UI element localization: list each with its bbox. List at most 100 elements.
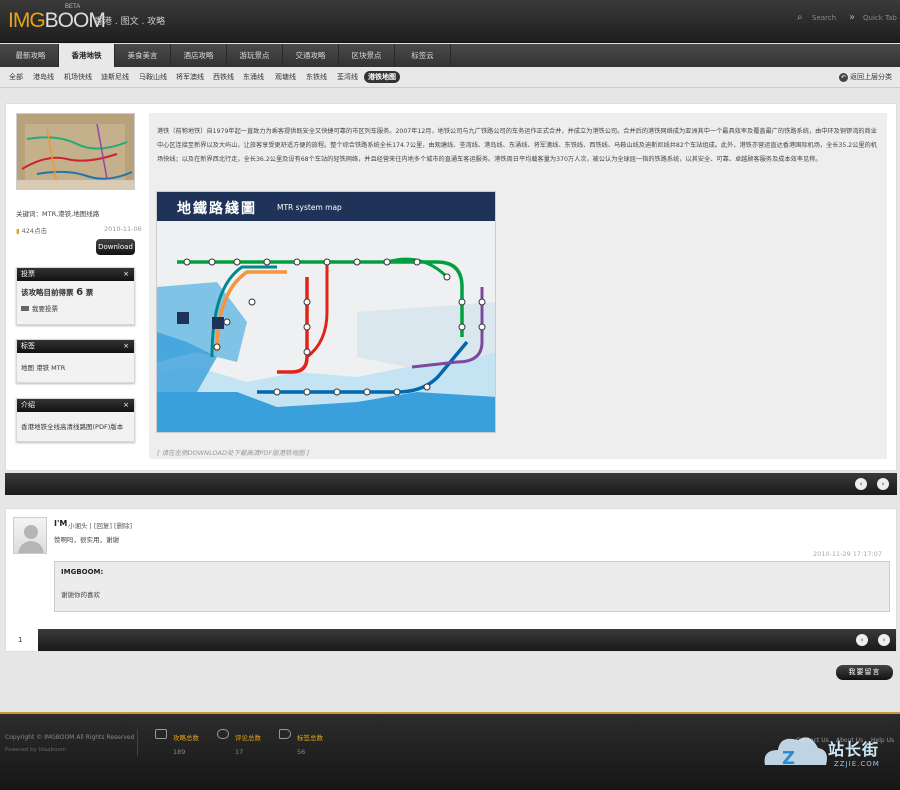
- avatar: [13, 517, 47, 554]
- copyright-text: Copyright © IMGBOOM All Rights Reserved: [5, 734, 135, 741]
- subnav-item-disney-line[interactable]: 迪斯尼线: [101, 72, 129, 82]
- reply-text: 谢谢你的喜欢: [61, 591, 100, 599]
- nav-item-hotel[interactable]: 酒店攻略: [171, 44, 227, 67]
- article-pager-bar: ‹ ›: [5, 473, 897, 495]
- vote-link-label: 我要投票: [32, 305, 58, 313]
- vote-icon: [21, 306, 29, 311]
- map-title-bar: 地鐵路綫圖 MTR system map: [157, 192, 495, 221]
- footer-divider: [137, 730, 138, 756]
- comment-pager-bar: ‹ ›: [38, 629, 896, 651]
- vote-count: 6: [76, 287, 84, 298]
- vote-status: 该攻略目前得票 6 票: [21, 287, 130, 298]
- search-link[interactable]: Search: [812, 14, 836, 22]
- next-page-icon[interactable]: ›: [877, 478, 889, 490]
- close-icon[interactable]: ×: [123, 399, 129, 412]
- stat-comments-value: 17: [235, 748, 244, 756]
- comments-section: I'M 小湘头 | [回复] [删除] 赞啊吗，很实用，谢谢 2010-11-2…: [5, 508, 897, 652]
- map-title-english: MTR system map: [277, 203, 342, 212]
- subnav-item-west-rail[interactable]: 西铁线: [213, 72, 234, 82]
- watermark-en: ZZJIE.COM: [834, 760, 880, 768]
- article-date: 2010-11-06: [104, 225, 142, 233]
- sub-nav: 全部 港岛线 机场快线 迪斯尼线 马鞍山线 将军澳线 西铁线 东涌线 观塘线 东…: [0, 67, 900, 88]
- subnav-item-tsuen-wan-line[interactable]: 荃湾线: [337, 72, 358, 82]
- comment-icon: [217, 729, 229, 739]
- vote-box: 投票 × 该攻略目前得票 6 票 我要投票: [16, 267, 135, 325]
- article-text: 港铁（前称地铁）自1979年起一直致力为乘客提供既安全又快捷可靠的市区列车服务。…: [157, 128, 877, 163]
- logo-img-text: IMG: [8, 9, 46, 32]
- tag-icon: [279, 729, 291, 739]
- vote-suffix: 票: [85, 288, 94, 297]
- nav-item-sights[interactable]: 游玩景点: [227, 44, 283, 67]
- watermark-cn: 站长街: [828, 740, 880, 759]
- prev-page-icon[interactable]: ‹: [856, 634, 868, 646]
- search-icon[interactable]: ⌕: [797, 13, 807, 23]
- nav-item-latest[interactable]: 最新攻略: [3, 44, 59, 67]
- subnav-item-tung-chung-line[interactable]: 东涌线: [243, 72, 264, 82]
- comment-meta[interactable]: 小湘头 | [回复] [删除]: [68, 520, 132, 530]
- comment-page-number[interactable]: 1: [6, 629, 38, 651]
- close-icon[interactable]: ×: [123, 268, 129, 281]
- download-button[interactable]: Download: [96, 239, 135, 255]
- comment-text: 赞啊吗，很实用，谢谢: [54, 536, 119, 544]
- tags-box-header: 标签 ×: [17, 340, 134, 353]
- stat-tags-label[interactable]: 标签总数: [297, 732, 323, 742]
- site-watermark: Z 站长街 ZZJIE.COM: [760, 720, 900, 786]
- subnav-item-mtr-map[interactable]: 港铁地图: [364, 71, 400, 83]
- nav-item-tag-cloud[interactable]: 标签云: [395, 44, 451, 67]
- article-body: 港铁（前称地铁）自1979年起一直致力为乘客提供既安全又快捷可靠的市区列车服务。…: [149, 113, 887, 459]
- main-nav: 最新攻略 香港地铁 美食美言 酒店攻略 游玩景点 交通攻略 区块景点 标签云: [0, 44, 900, 67]
- admin-reply: IMGBOOM: 谢谢你的喜欢: [54, 561, 890, 612]
- click-count-value: 424点击: [21, 227, 48, 235]
- nav-item-hk-metro[interactable]: 香港地铁: [59, 44, 115, 67]
- content-panel: 关键词：MTR,港铁,地图线路 ▮ 424点击 2010-11-06 Downl…: [5, 103, 897, 471]
- subnav-item-ma-on-shan-line[interactable]: 马鞍山线: [139, 72, 167, 82]
- tags-box: 标签 × 地图 港铁 MTR: [16, 339, 135, 383]
- vote-box-title: 投票: [21, 270, 35, 278]
- powered-by-text: Powered by Idaaboom: [5, 747, 67, 753]
- vote-box-header: 投票 ×: [17, 268, 134, 281]
- subnav-item-island-line[interactable]: 港岛线: [33, 72, 54, 82]
- subnav-item-kwun-tong-line[interactable]: 观塘线: [275, 72, 296, 82]
- header: IMGBOOM BETA 香港 . 图文 . 攻略 ⌕ Search » Qui…: [0, 0, 900, 43]
- site-logo[interactable]: IMGBOOM BETA: [8, 4, 106, 33]
- article-keywords: 关键词：MTR,港铁,地图线路: [16, 210, 100, 218]
- nav-item-food[interactable]: 美食美言: [115, 44, 171, 67]
- stat-comments-label[interactable]: 评论总数: [235, 732, 261, 742]
- vote-link[interactable]: 我要投票: [21, 303, 130, 313]
- mtr-map-graphic: [157, 192, 495, 432]
- comment-author[interactable]: I'M: [54, 519, 67, 528]
- back-arrow-icon: ↶: [839, 73, 848, 82]
- map-title-chinese: 地鐵路綫圖: [177, 201, 257, 217]
- bar-chart-icon: ▮: [16, 227, 20, 235]
- intro-box-title: 介绍: [21, 401, 35, 409]
- back-to-parent-link[interactable]: ↶ 返回上层分类: [839, 72, 892, 82]
- quick-tab-link[interactable]: Quick Tab: [863, 14, 897, 22]
- stat-tags-value: 56: [297, 748, 306, 756]
- mtr-map-image[interactable]: 地鐵路綫圖 MTR system map: [156, 191, 496, 433]
- stat-guides-label[interactable]: 攻略总数: [173, 732, 199, 742]
- beta-badge: BETA: [65, 4, 81, 10]
- back-link-label: 返回上层分类: [850, 73, 892, 81]
- subnav-item-airport-express[interactable]: 机场快线: [64, 72, 92, 82]
- nav-item-district[interactable]: 区块景点: [339, 44, 395, 67]
- subnav-item-all[interactable]: 全部: [9, 72, 23, 82]
- nav-item-traffic[interactable]: 交通攻略: [283, 44, 339, 67]
- leave-message-button[interactable]: 我要留言: [836, 665, 893, 680]
- intro-box-header: 介绍 ×: [17, 399, 134, 412]
- thumbnail-map-image: [17, 114, 134, 189]
- chevron-down-icon[interactable]: »: [849, 13, 859, 23]
- subnav-item-east-rail[interactable]: 东铁线: [306, 72, 327, 82]
- article-thumbnail[interactable]: [16, 113, 135, 190]
- click-count: ▮ 424点击: [16, 225, 47, 235]
- close-icon[interactable]: ×: [123, 340, 129, 353]
- vote-box-body: 该攻略目前得票 6 票 我要投票: [17, 281, 134, 319]
- prev-page-icon[interactable]: ‹: [855, 478, 867, 490]
- comment-date: 2010-11-29 17:17:07: [812, 550, 882, 558]
- reply-author: IMGBOOM:: [61, 568, 104, 576]
- subnav-item-tseung-kwan-o-line[interactable]: 将军澳线: [176, 72, 204, 82]
- next-page-icon[interactable]: ›: [878, 634, 890, 646]
- vote-prefix: 该攻略目前得票: [21, 288, 74, 297]
- svg-text:Z: Z: [782, 748, 795, 769]
- tags-list[interactable]: 地图 港铁 MTR: [17, 353, 134, 378]
- site-tagline: 香港 . 图文 . 攻略: [94, 17, 166, 27]
